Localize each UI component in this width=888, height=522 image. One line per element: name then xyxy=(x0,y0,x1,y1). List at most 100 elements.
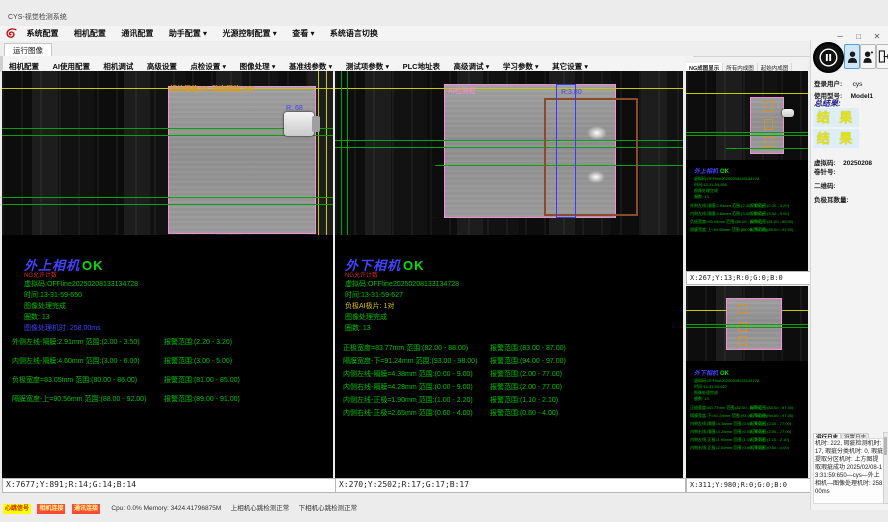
model-value: Model1 xyxy=(851,93,873,100)
tab-connector-blob xyxy=(284,112,314,136)
roi-box-orange xyxy=(764,137,773,148)
measure-line-green xyxy=(726,148,808,149)
measurement-row: 外侧左线-隔膜:2.91mm 范围:(2.00 - 3.50) xyxy=(12,337,140,347)
measurement-row: 内侧左线-隔膜=4.38mm 范围:(0.00 - 9.00) xyxy=(343,369,473,379)
baseline-green-v1 xyxy=(341,71,342,235)
measurement-row: 正极宽度=83.77mm 范围:(82.00 - 88.00) xyxy=(343,343,468,353)
heartbeat-badge: 心跳信号 xyxy=(3,504,31,514)
alarm-range: 报警范围:(0.60 - 4.00) xyxy=(750,445,789,450)
measure-line-green xyxy=(686,324,808,325)
result-ok-label: OK xyxy=(403,258,425,273)
r-value-overlay: R: 68 xyxy=(286,105,303,112)
loop-count-line: 圈数: 13 xyxy=(24,312,50,322)
title-bar: CYS-视觉检测系统 xyxy=(0,10,888,26)
menu-language-switch[interactable]: 系统语言切换 xyxy=(330,26,378,41)
log-scrollbar-thumb[interactable] xyxy=(884,437,887,455)
alarm-range: 报警范围:(2.00 - 77.00) xyxy=(490,382,562,392)
camera-connection-badge: 相机连接 xyxy=(37,504,65,514)
left-view-status-bar: X:7677;Y:891;R:14;G:14;B:14 xyxy=(2,478,336,493)
menu-light-control-config[interactable]: 光源控制配置 ▾ xyxy=(223,26,277,41)
thumbnail-view-2[interactable]: 外下相机OK 虚拟码:OFFline20250208133134728 时间:1… xyxy=(686,286,808,478)
alarm-range: 报警范围:(2.20 - 3.20) xyxy=(750,203,789,208)
r-value-overlay: R:3.80 xyxy=(561,89,582,96)
menu-view[interactable]: 查看 ▾ xyxy=(292,26,314,41)
baseline-green-v2 xyxy=(347,71,348,235)
log-scrollbar[interactable] xyxy=(883,432,888,504)
baseline-yellow-v2 xyxy=(326,71,327,235)
measurement-value: 内侧左线-隔膜=4.38mm 范围:(0.00 - 9.00) xyxy=(343,371,473,378)
measure-line-green xyxy=(2,135,333,136)
measurement-value: 隔膜宽度-上=90.56mm 范围:(88.00 - 92.00) xyxy=(12,396,146,403)
alarm-range: 报警范围:(81.00 - 85.00) xyxy=(750,219,793,224)
thumbnail-tab-strip: NG成图显示所有内成图起始内成图 xyxy=(686,57,808,72)
measurement-row: 内侧右线-正极=2.65mm 范围:(0.60 - 4.00) xyxy=(343,408,473,418)
menu-bar: 系统配置 相机配置 通讯配置 助手配置 ▾ 光源控制配置 ▾ 查看 ▾ 系统语言… xyxy=(0,26,888,42)
alarm-range: 报警范围:(0.60 - 4.00) xyxy=(490,408,558,418)
proc-time-line: 图像处理机时: 258.00ms xyxy=(24,323,101,333)
measure-line-green xyxy=(686,135,808,136)
done-line: 图像处理完成 xyxy=(345,312,387,322)
user-settings-button[interactable] xyxy=(860,44,876,69)
threshold-overlay-label: 好的阈值:93, 动态阈值:100 xyxy=(170,84,254,94)
loop-count-line: 圈数: 13 xyxy=(345,323,371,333)
virtual-code-line: 虚拟码:OFFline20250208133134728 xyxy=(24,279,138,289)
time-line: 时间:13-31-59-627 xyxy=(345,290,403,300)
menu-assistant-config[interactable]: 助手配置 ▾ xyxy=(169,26,207,41)
alarm-range: 报警范围:(94.00 - 97.00) xyxy=(490,356,566,366)
camera-result-line: 外上相机OK xyxy=(694,166,729,175)
baseline-yellow-h xyxy=(2,88,333,89)
done-line: 图像处理完成 xyxy=(24,301,66,311)
virtual-code-line: 虚拟码:OFFline20250208133134728 xyxy=(694,176,759,181)
measurement-value: 内侧左线-隔膜:4.60mm 范围:(3.00 - 6.00) xyxy=(12,358,140,365)
camera-name-label: 外下相机 xyxy=(694,371,718,377)
measurement-value: 隔膜宽度-下=91.24mm 范围:(93.00 - 98.00) xyxy=(343,358,477,365)
alarm-range: 报警范围:(89.00 - 91.00) xyxy=(164,394,240,404)
right-info-panel: 登录用户: cys 使用型号: Model1 总结果: 结 果 结 果 虚拟码:… xyxy=(810,40,888,510)
loop-count-line: 圈数: 13 xyxy=(694,194,709,199)
alarm-range: 报警范围:(81.00 - 85.00) xyxy=(164,375,240,385)
measurement-row: 负极宽度=83.05mm 范围:(80.00 - 86.00) xyxy=(12,375,137,385)
alarm-range: 报警范围:(3.00 - 5.00) xyxy=(164,356,232,366)
alarm-range: 报警范围:(83.00 - 87.00) xyxy=(750,405,793,410)
comm-connection-badge: 通讯连接 xyxy=(72,504,100,514)
baseline-yellow-h xyxy=(686,93,808,94)
pause-button[interactable] xyxy=(813,42,844,73)
measure-line-green xyxy=(686,132,808,133)
baseline-yellow-v1 xyxy=(318,71,319,235)
roi-box-blue xyxy=(556,84,576,218)
measurement-value: 内侧右线-正极=2.65mm 范围:(0.60 - 4.00) xyxy=(343,410,473,417)
alarm-range: 报警范围:(89.00 - 91.00) xyxy=(750,227,793,232)
thumb1-status-bar: X:267;Y:13;R:0;G:0;B:0 xyxy=(686,271,811,285)
measure-line-green xyxy=(2,197,333,198)
ai-tab-line: 负极AI极片: 1对 xyxy=(345,301,394,311)
thumb2-status-bar: X:311;Y:980;R:0;G:0;B:0 xyxy=(686,478,811,493)
alarm-range: 报警范围:(2.20 - 3.20) xyxy=(164,337,232,347)
measurement-row: 隔膜宽度-上=90.56mm 范围:(88.00 - 92.00) xyxy=(12,394,146,404)
logout-button[interactable] xyxy=(876,44,888,69)
result-ok-label: OK xyxy=(720,371,729,377)
alarm-range: 报警范围:(1.10 - 2.10) xyxy=(750,437,789,442)
toolbar: 相机配置 AI使用配置 相机调试 高级设置 点检设置 ▾ 图像处理 ▾ 基准线参… xyxy=(0,56,693,72)
qrcode-label: 二维码: xyxy=(814,180,836,190)
result-badge-1: 结 果 xyxy=(813,108,859,127)
loop-count-line: 圈数: 13 xyxy=(694,396,709,401)
alarm-range: 报警范围:(2.00 - 77.00) xyxy=(750,429,791,434)
thumbnail-view-1[interactable]: 外上相机OK 虚拟码:OFFline20250208133134728 时间:1… xyxy=(686,71,808,271)
roi-box-orange xyxy=(738,336,747,346)
menu-system-config[interactable]: 系统配置 xyxy=(26,26,58,41)
result-text: 结 果 xyxy=(817,131,856,146)
ai-detect-box-label: AI检测框 xyxy=(448,86,476,96)
user-button[interactable] xyxy=(844,44,860,69)
camera-result-line: 外下相机OK xyxy=(694,368,729,377)
measurement-value: 内侧右线-隔膜=4.28mm 范围:(0.00 - 9.00) xyxy=(343,384,473,391)
lower-camera-heartbeat-status: 下相机心跳检测正常 xyxy=(299,505,358,512)
menu-camera-config[interactable]: 相机配置 xyxy=(74,26,106,41)
tab-run-image[interactable]: 运行图像 xyxy=(4,43,52,57)
menu-comm-config[interactable]: 通讯配置 xyxy=(121,26,153,41)
middle-camera-view[interactable]: AI检测框 R:3.80 外下相机OK NG允许计数 虚拟码:OFFline20… xyxy=(335,71,683,478)
app-logo-icon xyxy=(5,27,18,40)
left-camera-view[interactable]: 好的阈值:93, 动态阈值:100 R: 68 外上相机OK NG允许计数 虚拟… xyxy=(2,71,333,478)
measurement-row: 内侧右线-隔膜=4.28mm 范围:(0.00 - 9.00) xyxy=(343,382,473,392)
result-text: 结 果 xyxy=(817,110,856,125)
cpu-memory-status: Cpu: 0.0% Memory: 3424.41796875M xyxy=(111,505,221,512)
